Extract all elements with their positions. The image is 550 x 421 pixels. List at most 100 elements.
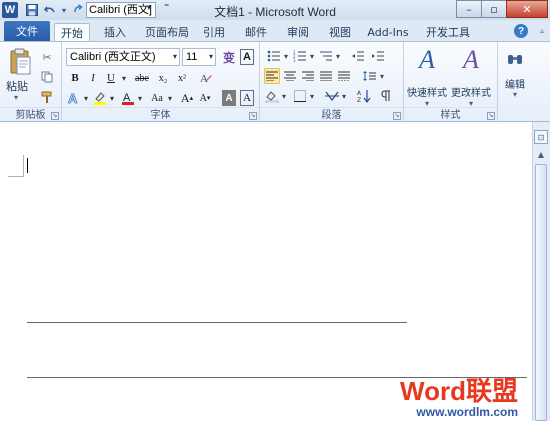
line-spacing-icon[interactable] — [362, 68, 378, 84]
align-right-icon[interactable] — [300, 68, 316, 84]
editing-button-label[interactable]: 编辑 — [498, 76, 532, 91]
shrink-font-label: A — [199, 92, 207, 104]
help-icon[interactable]: ? — [514, 24, 528, 38]
chevron-down-icon[interactable]: ▾ — [209, 49, 213, 65]
char-shading-button[interactable]: A — [222, 90, 236, 106]
distributed-icon[interactable] — [336, 68, 352, 84]
binoculars-icon[interactable] — [506, 50, 524, 68]
save-icon[interactable] — [24, 2, 40, 18]
highlight-icon[interactable] — [92, 90, 108, 106]
format-painter-icon[interactable] — [40, 90, 54, 104]
tab-insert[interactable]: 插入 — [97, 23, 133, 41]
multilevel-list-icon[interactable] — [318, 48, 334, 64]
undo-icon[interactable] — [42, 2, 58, 18]
chevron-down-icon[interactable]: ▾ — [120, 70, 128, 86]
chevron-down-icon[interactable]: ▾ — [308, 48, 316, 64]
document-page[interactable]: Word联盟 www.wordlm.com — [0, 122, 532, 421]
ruler-toggle-icon[interactable]: ⊡ — [534, 130, 548, 144]
tab-mailings[interactable]: 邮件 — [241, 23, 271, 41]
chevron-down-icon[interactable]: ▾ — [280, 88, 288, 104]
tab-page-layout[interactable]: 页面布局 — [141, 23, 193, 41]
text-effects-icon[interactable]: A — [66, 90, 82, 106]
align-left-icon[interactable] — [264, 68, 280, 84]
superscript-button[interactable]: x² — [174, 70, 190, 86]
undo-dropdown-icon[interactable]: ▾ — [60, 2, 68, 18]
clear-formatting-icon[interactable]: A — [198, 70, 214, 86]
horizontal-line — [27, 322, 407, 323]
enclose-char-button[interactable]: A — [240, 90, 254, 106]
change-case-button[interactable]: Aa — [148, 90, 166, 106]
chevron-down-icon[interactable]: ▾ — [378, 68, 386, 84]
word-app-icon[interactable]: W — [2, 2, 18, 18]
clipboard-launcher-icon[interactable]: ↘ — [51, 112, 59, 120]
chevron-down-icon[interactable]: ▾ — [282, 48, 290, 64]
watermark-title-a: Word — [400, 376, 466, 406]
copy-icon[interactable] — [40, 70, 54, 84]
subscript-button[interactable]: x₂ — [155, 70, 171, 86]
font-launcher-icon[interactable]: ↘ — [249, 112, 257, 120]
align-center-icon[interactable] — [282, 68, 298, 84]
change-styles-button[interactable]: A 更改样式 ▾ — [450, 46, 492, 109]
close-button[interactable]: ✕ — [506, 0, 548, 18]
quick-styles-button[interactable]: A 快速样式 ▾ — [406, 45, 448, 109]
tab-review[interactable]: 审阅 — [283, 23, 313, 41]
font-color-icon[interactable]: A — [120, 90, 136, 106]
quick-styles-icon: A — [419, 45, 435, 74]
cut-icon[interactable]: ✂ — [40, 50, 54, 64]
tab-add-ins[interactable]: Add-Ins — [366, 23, 410, 41]
redo-icon[interactable] — [70, 2, 86, 18]
char-border-button[interactable]: A — [240, 49, 254, 65]
phonetic-guide-button[interactable]: 变 — [220, 49, 238, 65]
tab-view[interactable]: 视图 — [325, 23, 355, 41]
asian-layout-icon[interactable] — [324, 88, 340, 104]
numbering-icon[interactable]: 123 — [292, 48, 308, 64]
font-name-value: Calibri (西文正文) — [70, 51, 156, 63]
tab-developer[interactable]: 开发工具 — [422, 23, 474, 41]
restore-button[interactable]: ▫ — [481, 0, 507, 18]
strikethrough-button[interactable]: abe — [132, 70, 152, 86]
shrink-font-button[interactable]: A ▾ — [198, 90, 212, 106]
tab-home[interactable]: 开始 — [54, 23, 90, 41]
tab-references[interactable]: 引用 — [199, 23, 229, 41]
text-cursor — [27, 158, 28, 173]
show-marks-icon[interactable] — [378, 88, 394, 104]
italic-button[interactable]: I — [86, 70, 100, 86]
chevron-down-icon[interactable]: ▾ — [82, 90, 90, 106]
chevron-down-icon[interactable]: ▾ — [136, 90, 144, 106]
bold-button[interactable]: B — [68, 70, 82, 86]
shading-icon[interactable] — [264, 88, 280, 104]
chevron-down-icon[interactable]: ▾ — [166, 90, 174, 106]
tab-file[interactable]: 文件 — [4, 21, 50, 41]
chevron-down-icon[interactable]: ▾ — [108, 90, 116, 106]
quick-access-font-field[interactable]: Calibri (西文] — [86, 2, 156, 18]
chevron-down-icon[interactable]: ▾ — [334, 48, 342, 64]
minimize-button[interactable]: – — [456, 0, 482, 18]
paste-label[interactable]: 粘贴 — [6, 78, 28, 94]
font-name-combo[interactable]: Calibri (西文正文) ▾ — [66, 48, 180, 66]
grow-font-button[interactable]: A ▴ — [180, 90, 194, 106]
paragraph-launcher-icon[interactable]: ↘ — [393, 112, 401, 120]
paste-dropdown-icon[interactable]: ▾ — [14, 93, 18, 102]
justify-icon[interactable] — [318, 68, 334, 84]
scroll-up-icon[interactable]: ▲ — [534, 147, 548, 161]
chevron-down-icon[interactable]: ▾ — [340, 88, 348, 104]
chevron-down-icon[interactable]: ▾ — [308, 88, 316, 104]
styles-launcher-icon[interactable]: ↘ — [487, 112, 495, 120]
borders-icon[interactable] — [292, 88, 308, 104]
font-size-combo[interactable]: 11 ▾ — [182, 48, 216, 66]
svg-text:3: 3 — [293, 58, 296, 62]
customize-toolbar-icon[interactable]: ⁼ — [164, 2, 169, 13]
decrease-indent-icon[interactable] — [350, 48, 366, 64]
styles-group-label: 样式 — [440, 110, 461, 121]
font-size-value: 11 — [186, 51, 198, 63]
chevron-down-icon[interactable]: ▾ — [498, 90, 532, 99]
increase-indent-icon[interactable] — [370, 48, 386, 64]
sort-icon[interactable]: AZ — [356, 88, 372, 104]
minimize-ribbon-icon[interactable]: ▵ — [540, 26, 544, 35]
underline-button[interactable]: U — [104, 70, 118, 86]
chevron-down-icon[interactable]: ▾ — [147, 3, 151, 12]
paste-icon[interactable] — [10, 48, 32, 76]
bullets-icon[interactable] — [266, 48, 282, 64]
chevron-down-icon[interactable]: ▾ — [173, 49, 177, 65]
scrollbar-thumb[interactable] — [535, 164, 547, 421]
